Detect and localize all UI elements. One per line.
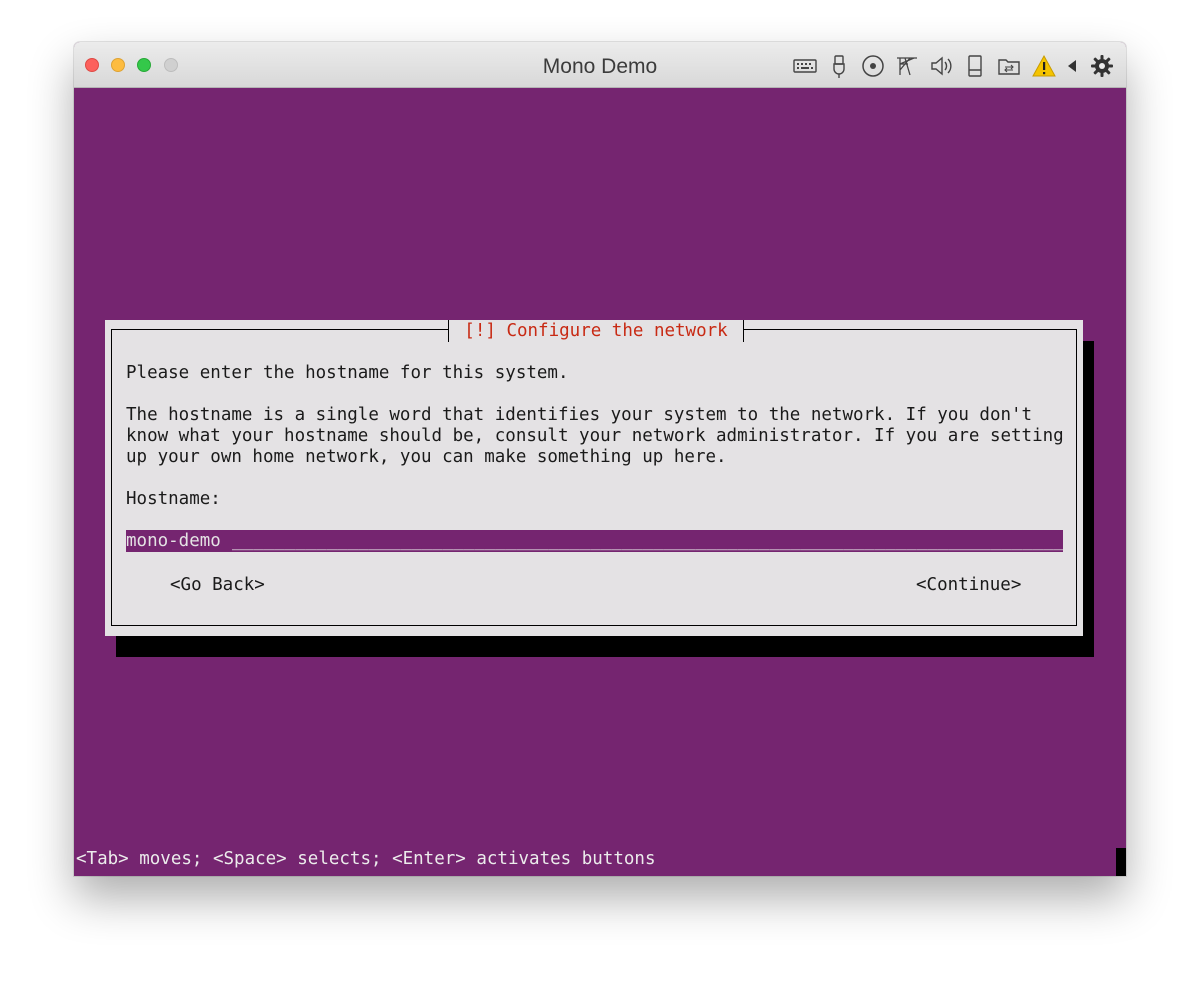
hostname-label: Hostname: — [126, 489, 221, 509]
close-button[interactable] — [85, 58, 99, 72]
storage-icon[interactable] — [962, 53, 988, 79]
installer-screen: [!] Configure the network Please enter t… — [74, 88, 1126, 876]
hostname-value: mono-demo — [126, 531, 221, 551]
vm-window: Mono Demo [!] Configure the network Plea… — [74, 42, 1126, 876]
optical-disc-icon[interactable] — [860, 53, 886, 79]
shared-folder-icon[interactable] — [996, 53, 1022, 79]
go-back-button[interactable]: <Go Back> — [170, 574, 265, 596]
continue-button[interactable]: <Continue> — [916, 574, 1021, 596]
audio-icon[interactable] — [928, 53, 954, 79]
status-bar-edge — [1116, 848, 1126, 876]
keyboard-icon[interactable] — [792, 53, 818, 79]
description-line-3: up your own home network, you can make s… — [126, 447, 727, 467]
dialog-title: [!] Configure the network — [448, 320, 744, 342]
description-line-1: The hostname is a single word that ident… — [126, 405, 1033, 425]
fullscreen-button[interactable] — [164, 58, 178, 72]
network-icon[interactable] — [894, 53, 920, 79]
back-arrow-icon[interactable] — [1060, 53, 1086, 79]
keyboard-hint: <Tab> moves; <Space> selects; <Enter> ac… — [76, 849, 656, 869]
minimize-button[interactable] — [111, 58, 125, 72]
hostname-field-fill: ________________________________________… — [232, 531, 1063, 551]
hostname-input[interactable]: mono-demo ______________________________… — [126, 530, 1063, 552]
network-config-dialog: [!] Configure the network Please enter t… — [105, 320, 1083, 636]
warning-icon[interactable] — [1031, 53, 1057, 79]
settings-gear-icon[interactable] — [1089, 53, 1115, 79]
usb-icon[interactable] — [826, 53, 852, 79]
zoom-button[interactable] — [137, 58, 151, 72]
title-bar[interactable]: Mono Demo — [74, 42, 1126, 88]
description-line-2: know what your hostname should be, consu… — [126, 426, 1064, 446]
hostname-prompt: Please enter the hostname for this syste… — [126, 363, 569, 383]
